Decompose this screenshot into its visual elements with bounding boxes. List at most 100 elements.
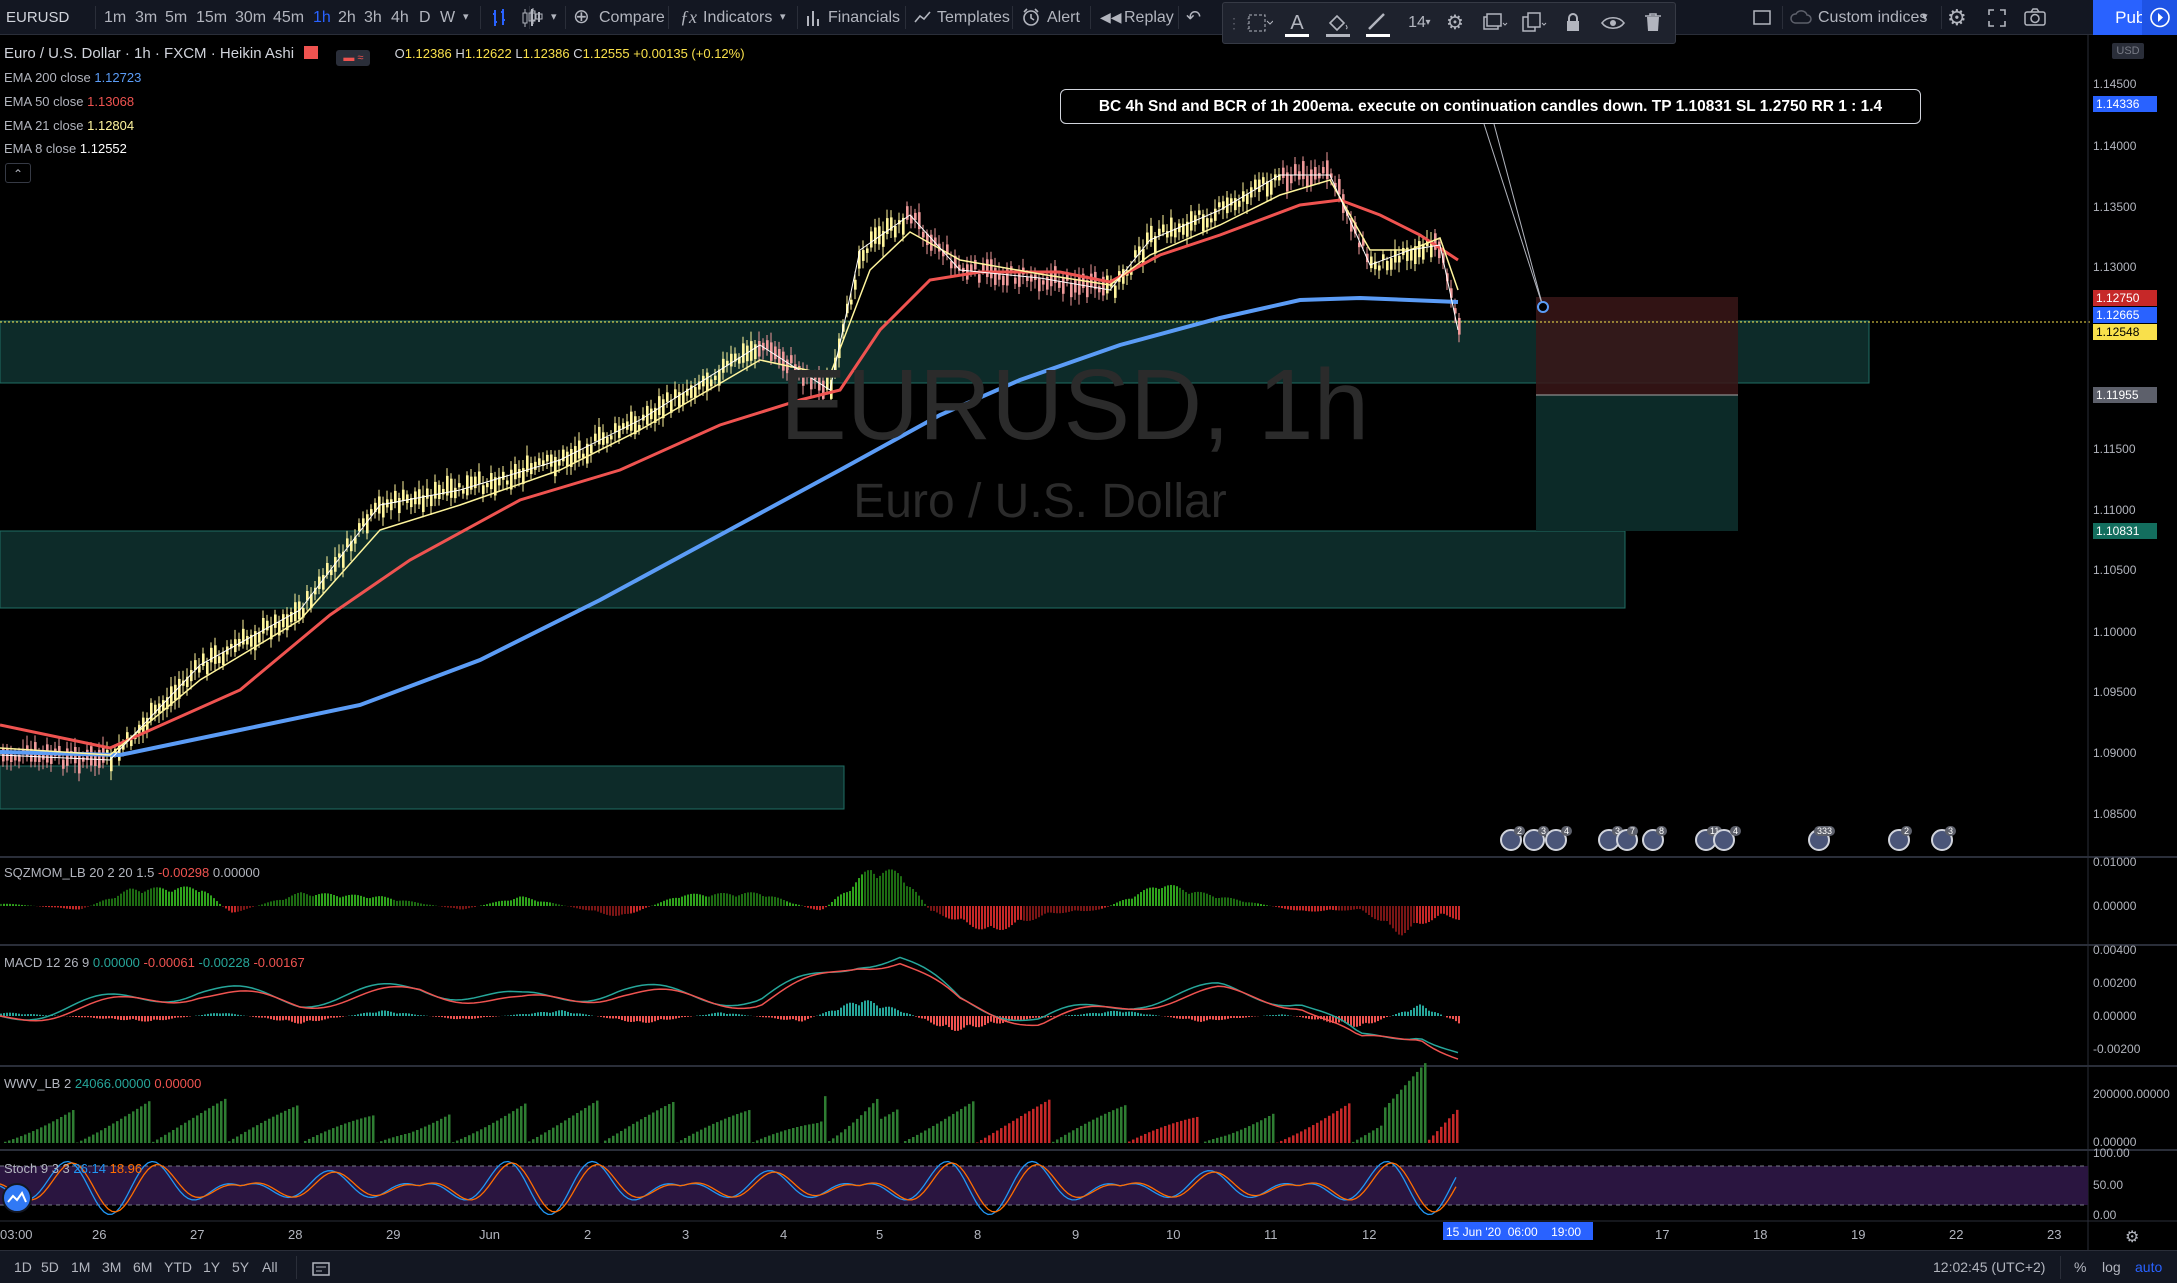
main-chart-canvas[interactable]	[0, 0, 2177, 1283]
symbol-watermark: EURUSD, 1h	[780, 349, 1370, 461]
pair-title[interactable]: Euro / U.S. Dollar · 1h · FXCM · Heikin …	[4, 45, 294, 62]
stoch-axis-tick: 0.00	[2093, 1208, 2117, 1222]
legend-toggle-icon[interactable]: ▬ ≈	[336, 50, 371, 66]
range-all-button[interactable]: All	[262, 1251, 278, 1283]
chart-legend-title: Euro / U.S. Dollar · 1h · FXCM · Heikin …	[4, 45, 745, 66]
macd-legend[interactable]: MACD 12 26 9 0.00000 -0.00061 -0.00228 -…	[4, 955, 305, 970]
price-badge-high: 1.14336	[2093, 96, 2157, 112]
macd-axis-tick: 0.00000	[2093, 1009, 2137, 1023]
range-1m-button[interactable]: 1M	[71, 1251, 90, 1283]
stoch-axis-tick: 100.00	[2093, 1146, 2130, 1160]
time-tick: 17	[1655, 1227, 1670, 1242]
range-3m-button[interactable]: 3M	[102, 1251, 121, 1283]
heikin-ashi-candles	[2, 152, 1461, 782]
time-tick: 18	[1753, 1227, 1768, 1242]
price-badge-ema200: 1.12665	[2093, 307, 2157, 323]
time-tick: Jun	[479, 1227, 500, 1242]
percent-scale-toggle[interactable]: %	[2074, 1251, 2086, 1283]
time-tick: 2	[584, 1227, 592, 1242]
wwv-volume-histogram	[4, 1063, 1459, 1143]
stoch-legend[interactable]: Stoch 9 3 3 26.14 18.96	[4, 1161, 142, 1176]
ema-8-line	[0, 174, 1459, 761]
demand-zone-2[interactable]	[0, 530, 1626, 609]
price-badge-last: 1.12548	[2093, 324, 2157, 340]
price-tick: 1.13500	[2093, 200, 2137, 214]
ohlc-open: 1.12386	[404, 46, 452, 61]
settings-gear-icon[interactable]: ⚙	[2125, 1227, 2139, 1247]
flag-icon[interactable]	[304, 46, 319, 59]
legend-ema-200[interactable]: EMA 200 close 1.12723	[4, 70, 141, 85]
wwv-legend[interactable]: WWV_LB 2 24066.00000 0.00000	[4, 1076, 201, 1091]
currency-label[interactable]: USD	[2112, 43, 2144, 59]
price-tick: 1.11500	[2093, 442, 2136, 456]
legend-ema-21[interactable]: EMA 21 close 1.12804	[4, 118, 134, 133]
auto-scale-toggle[interactable]: auto	[2135, 1251, 2162, 1283]
macd-line	[0, 956, 1459, 1054]
time-tick: 27	[190, 1227, 205, 1242]
price-badge-entry: 1.11955	[2093, 387, 2157, 403]
time-tick: 29	[386, 1227, 401, 1242]
price-badge-stop-loss: 1.12750	[2093, 290, 2157, 306]
time-tick: 23	[2047, 1227, 2062, 1242]
macd-signal-line	[0, 962, 1459, 1060]
time-tick: 19	[1851, 1227, 1866, 1242]
price-tick: 1.14000	[2093, 139, 2137, 153]
time-tick: 26	[92, 1227, 107, 1242]
ohlc-high: 1.12622	[464, 46, 512, 61]
price-tick: 1.13000	[2093, 260, 2137, 274]
time-tick: 10	[1166, 1227, 1181, 1242]
trading-app: { "toolbar": { "symbol": "EURUSD", "inte…	[0, 0, 2177, 1283]
ohlc-close: 1.12555	[582, 46, 630, 61]
log-scale-toggle[interactable]: log	[2102, 1251, 2121, 1283]
price-tick: 1.14500	[2093, 77, 2137, 91]
position-stop-zone[interactable]	[1536, 297, 1738, 395]
trade-annotation-callout[interactable]: BC 4h Snd and BCR of 1h 200ema. execute …	[1060, 89, 1921, 124]
price-tick: 1.10000	[2093, 625, 2137, 639]
range-5y-button[interactable]: 5Y	[232, 1251, 249, 1283]
time-tick: 28	[288, 1227, 303, 1242]
annotation-leader-line	[1483, 123, 1544, 308]
ohlc-low: 1.12386	[522, 46, 570, 61]
range-1y-button[interactable]: 1Y	[203, 1251, 220, 1283]
time-tick: 4	[780, 1227, 788, 1242]
range-5d-button[interactable]: 5D	[41, 1251, 59, 1283]
time-tick: 12	[1362, 1227, 1377, 1242]
description-watermark: Euro / U.S. Dollar	[853, 475, 1227, 528]
price-tick: 1.10500	[2093, 563, 2137, 577]
time-tick: 9	[1072, 1227, 1080, 1242]
price-tick: 1.08500	[2093, 807, 2137, 821]
position-target-zone[interactable]	[1536, 395, 1738, 531]
sqz-axis-tick: 0.00000	[2093, 899, 2137, 913]
wwv-axis-tick: 200000.00000	[2093, 1087, 2170, 1101]
range-ytd-button[interactable]: YTD	[164, 1251, 192, 1283]
annotation-anchor[interactable]	[1537, 301, 1549, 313]
price-tick: 1.09500	[2093, 685, 2137, 699]
price-tick: 1.09000	[2093, 746, 2137, 760]
sqzmom-legend[interactable]: SQZMOM_LB 20 2 20 1.5 -0.00298 0.00000	[4, 865, 260, 880]
time-tick: 8	[974, 1227, 982, 1242]
demand-zone-3[interactable]	[0, 765, 845, 810]
date-range-icon[interactable]	[311, 1251, 331, 1283]
price-badge-take-profit: 1.10831	[2093, 523, 2157, 539]
range-6m-button[interactable]: 6M	[133, 1251, 152, 1283]
ema-21-line	[0, 179, 1459, 756]
legend-ema-8[interactable]: EMA 8 close 1.12552	[4, 141, 127, 156]
macd-axis-tick: 0.00400	[2093, 943, 2137, 957]
bottom-toolbar: 1D 5D 1M 3M 6M YTD 1Y 5Y All 12:02:45 (U…	[0, 1250, 2177, 1283]
clock-readout[interactable]: 12:02:45 (UTC+2)	[1933, 1251, 2045, 1283]
time-cursor-label: 15 Jun '20 06:00 19:00	[1446, 1225, 1582, 1239]
collapse-legend-chevron-up-icon[interactable]: ⌃	[5, 163, 31, 183]
stoch-axis-tick: 50.00	[2093, 1178, 2124, 1192]
ohlc-change: +0.00135 (+0.12%)	[633, 46, 745, 61]
time-tick: 3	[682, 1227, 690, 1242]
range-1d-button[interactable]: 1D	[14, 1251, 32, 1283]
macd-axis-tick: -0.00200	[2093, 1042, 2141, 1056]
time-tick: 11	[1264, 1227, 1278, 1242]
macd-axis-tick: 0.00200	[2093, 976, 2137, 990]
macd-histogram	[0, 1000, 1460, 1031]
time-tick: 5	[876, 1227, 884, 1242]
legend-ema-50[interactable]: EMA 50 close 1.13068	[4, 94, 134, 109]
wave-logo-icon[interactable]	[2, 1183, 32, 1213]
time-tick: 03:00	[0, 1227, 33, 1242]
time-tick: 22	[1949, 1227, 1964, 1242]
